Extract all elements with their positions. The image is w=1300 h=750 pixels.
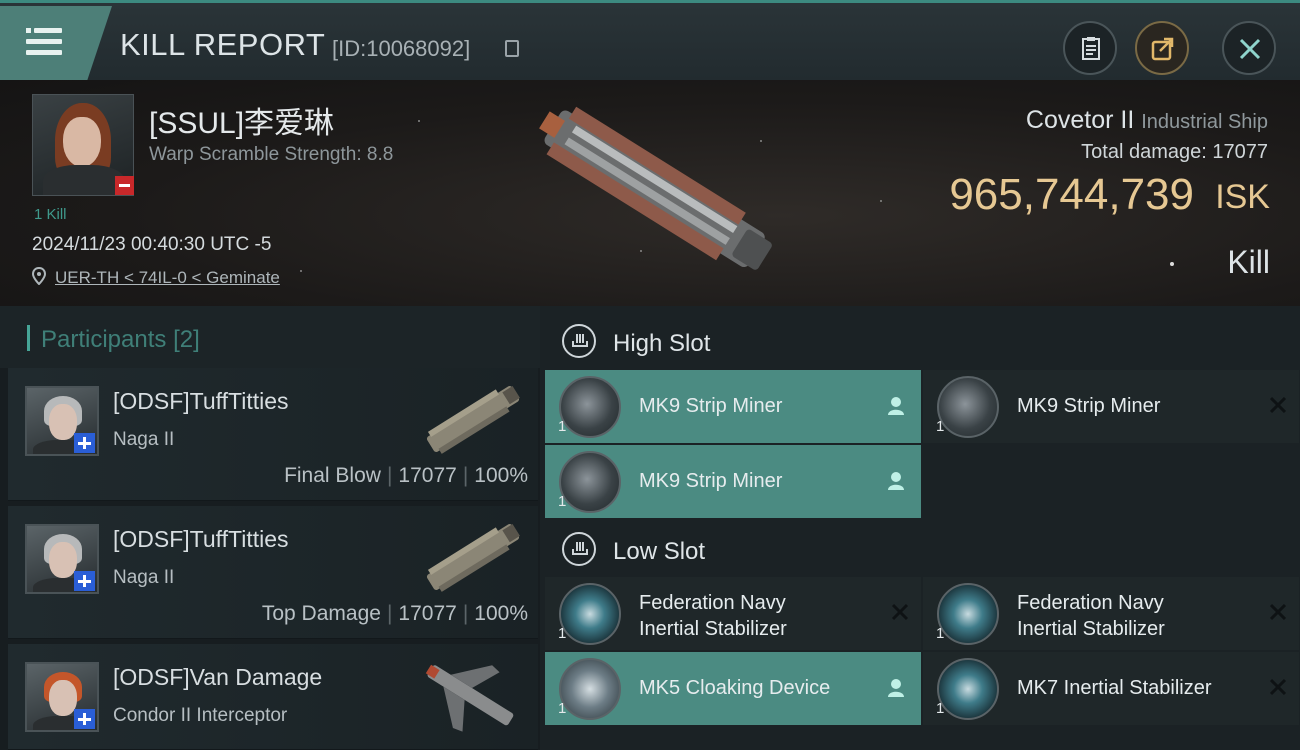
participant-stats: Top Damage | 17077 | 100%: [261, 602, 528, 625]
module-name: MK9 Strip Miner: [639, 395, 783, 417]
module-quantity: 1: [558, 418, 567, 435]
inertial-stabilizer-icon: [937, 658, 999, 720]
page-title: KILL REPORT: [120, 27, 326, 62]
add-contact-icon[interactable]: [74, 571, 95, 591]
high-slot-icon: [562, 324, 596, 358]
share-button[interactable]: [1135, 21, 1189, 75]
participant-ship-image: [426, 524, 520, 592]
participant-stats: Final Blow | 17077 | 100%: [284, 464, 528, 487]
menu-button[interactable]: [0, 6, 112, 80]
participants-label: Participants: [41, 326, 167, 353]
person-icon[interactable]: [887, 396, 905, 416]
module-quantity: 1: [558, 493, 567, 510]
close-icon: [1239, 38, 1261, 60]
participant-ship-image: [426, 386, 520, 454]
module-quantity: 1: [558, 700, 567, 717]
destroyed-x-icon: [1269, 678, 1287, 696]
participant-row[interactable]: [ODSF]TuffTitties Naga II Final Blow | 170…: [8, 368, 538, 501]
low-slot-icon: [562, 532, 596, 566]
high-slot-label: High Slot: [613, 330, 711, 357]
module-item[interactable]: 1 MK9 Strip Miner: [923, 370, 1299, 443]
module-item[interactable]: 1 Federation Navy Inertial Stabilizer: [545, 577, 921, 650]
total-damage: Total damage: 17077: [1081, 141, 1268, 163]
kill-count: 1 Kill: [34, 206, 67, 223]
person-icon[interactable]: [887, 471, 905, 491]
add-contact-icon[interactable]: [74, 433, 95, 453]
participant-ship-image: [425, 664, 514, 732]
module-item[interactable]: 1 MK7 Inertial Stabilizer: [923, 652, 1299, 725]
report-id: [ID:10068092]: [332, 36, 471, 61]
menu-icon: [26, 28, 31, 33]
isk-value: 965,744,739: [949, 170, 1194, 219]
victim-ship-class: Industrial Ship: [1141, 111, 1268, 133]
destroyed-x-icon: [1269, 396, 1287, 414]
module-quantity: 1: [936, 418, 945, 435]
isk-unit: ISK: [1215, 178, 1270, 216]
high-slot-header: High Slot: [540, 310, 1300, 374]
person-icon[interactable]: [887, 678, 905, 698]
kill-datetime: 2024/11/23 00:40:30 UTC -5: [32, 234, 272, 255]
victim-name[interactable]: [SSUL]李爱琳: [149, 98, 334, 142]
victim-ship-name: Covetor II Industrial Ship: [1025, 106, 1268, 134]
module-item[interactable]: 1 MK5 Cloaking Device: [545, 652, 921, 725]
strip-miner-icon: [559, 451, 621, 513]
module-item[interactable]: 1 Federation Navy Inertial Stabilizer: [923, 577, 1299, 650]
participant-ship: Naga II: [113, 429, 175, 450]
strip-miner-icon: [937, 376, 999, 438]
low-slot-header: Low Slot: [540, 518, 1300, 582]
clipboard-icon: [1082, 37, 1100, 60]
low-slot-label: Low Slot: [613, 538, 706, 565]
participant-row[interactable]: [ODSF]Van Damage Condor II Interceptor: [8, 644, 538, 750]
module-name: MK5 Cloaking Device: [639, 677, 831, 699]
inertial-stabilizer-icon: [937, 583, 999, 645]
clipboard-button[interactable]: [1063, 21, 1117, 75]
participants-header: Participants [2]: [0, 306, 540, 368]
strip-miner-icon: [559, 376, 621, 438]
participants-count: [2]: [173, 326, 200, 353]
destroyed-x-icon: [1269, 603, 1287, 621]
participant-row[interactable]: [ODSF]TuffTitties Naga II Top Damage | 170…: [8, 506, 538, 639]
participants-panel: Participants [2] [ODSF]TuffTitties Naga …: [0, 306, 540, 750]
module-name: Federation Navy Inertial Stabilizer: [1017, 592, 1165, 640]
module-quantity: 1: [936, 700, 945, 717]
copy-icon[interactable]: [505, 40, 519, 57]
module-name: MK9 Strip Miner: [1017, 395, 1161, 417]
participant-name: [ODSF]TuffTitties: [113, 526, 289, 552]
warp-scramble-strength: Warp Scramble Strength: 8.8: [149, 144, 394, 165]
destroyed-x-icon: [891, 603, 909, 621]
module-item[interactable]: 1 MK9 Strip Miner: [545, 370, 921, 443]
fitting-slots-panel: High Slot 1 MK9 Strip Miner 1 MK9 Strip …: [540, 306, 1300, 750]
participant-name: [ODSF]TuffTitties: [113, 388, 289, 414]
add-contact-icon[interactable]: [74, 709, 95, 729]
result-label: Kill: [1227, 244, 1270, 280]
close-button[interactable]: [1222, 21, 1276, 75]
header-bar: KILL REPORT [ID:10068092]: [0, 0, 1300, 80]
inertial-stabilizer-icon: [559, 583, 621, 645]
participant-name: [ODSF]Van Damage: [113, 664, 323, 690]
victim-ship-image: [539, 106, 772, 270]
module-item[interactable]: 1 MK9 Strip Miner: [545, 445, 921, 518]
share-icon: [1151, 37, 1174, 61]
module-quantity: 1: [558, 625, 567, 642]
module-quantity: 1: [936, 625, 945, 642]
minus-badge-icon: [115, 176, 134, 195]
module-name: Federation Navy Inertial Stabilizer: [639, 592, 787, 640]
participant-ship: Naga II: [113, 567, 175, 588]
participant-ship: Condor II Interceptor: [113, 705, 288, 726]
location-pin-icon: [32, 267, 46, 285]
module-name: MK7 Inertial Stabilizer: [1017, 677, 1212, 699]
location-link[interactable]: UER-TH < 74IL-0 < Geminate: [55, 268, 280, 288]
cloaking-device-icon: [559, 658, 621, 720]
module-name: MK9 Strip Miner: [639, 470, 783, 492]
